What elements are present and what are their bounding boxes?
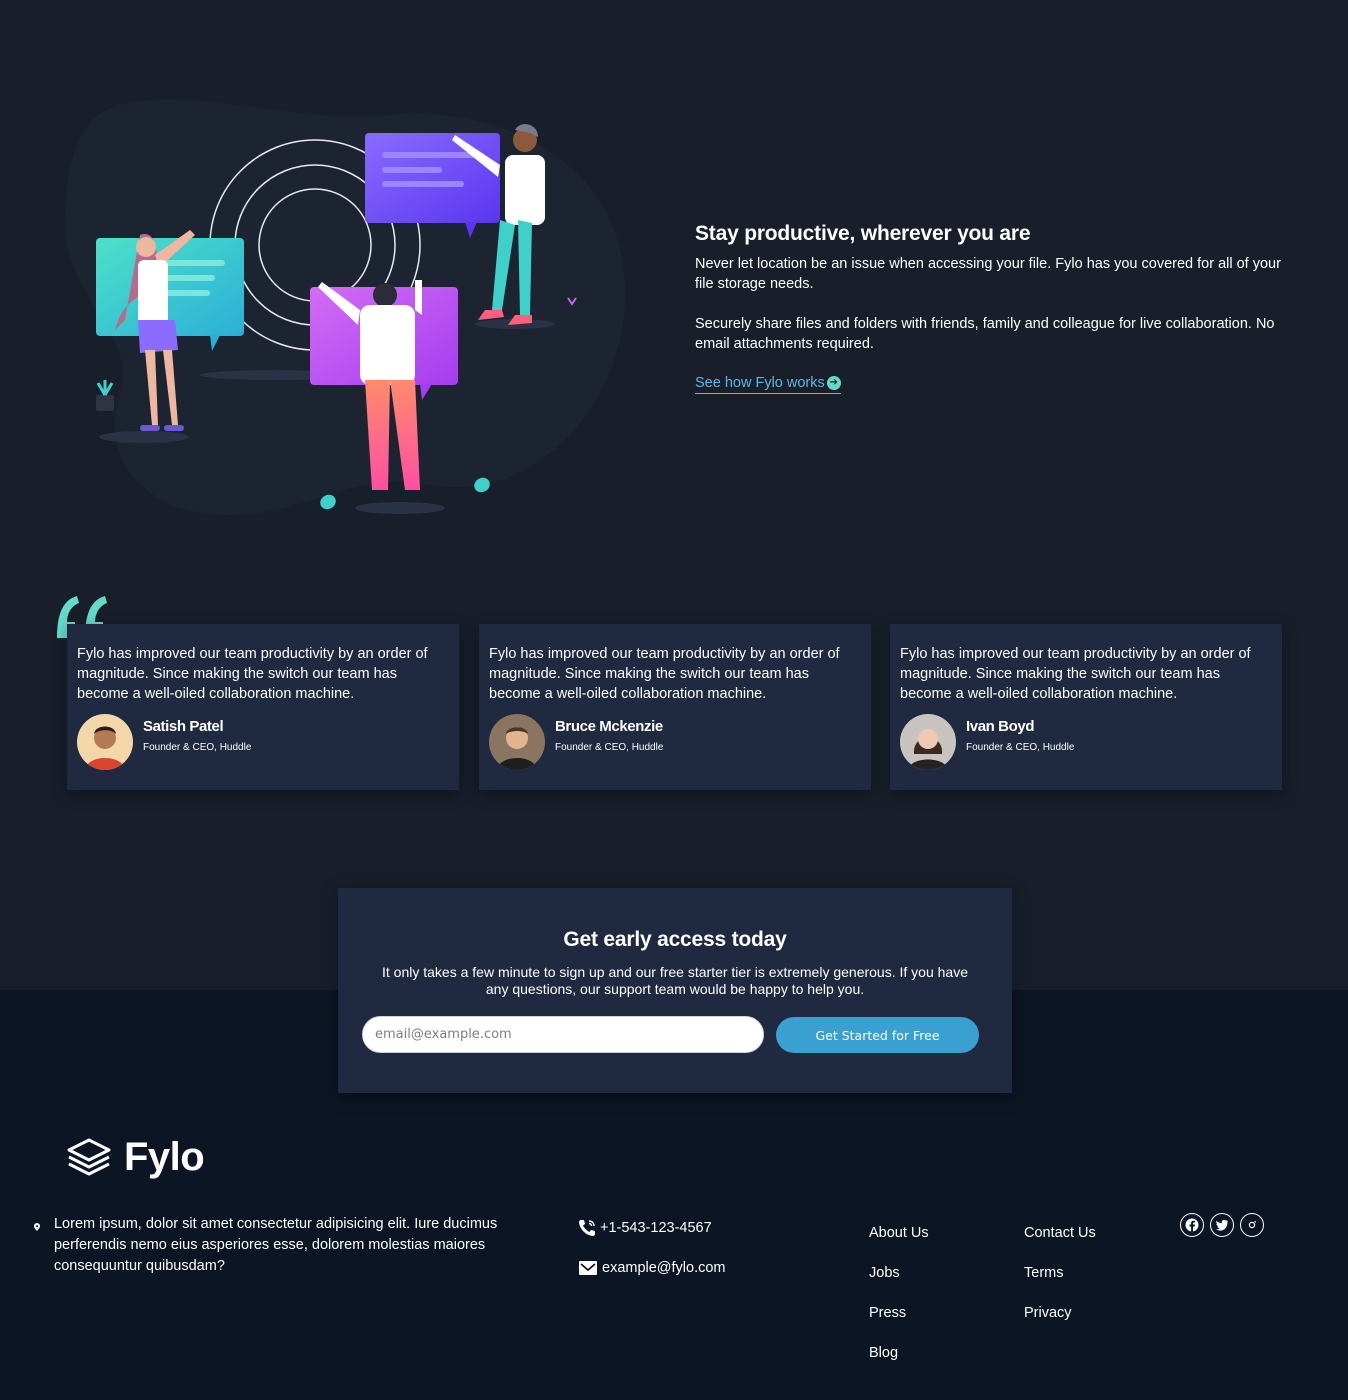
address-text: Lorem ipsum, dolor sit amet consectetur … [53,1216,498,1274]
location-pin-icon [34,1223,40,1231]
footer-link-contact[interactable]: Contact Us [1024,1225,1096,1241]
testimonial-card: Fylo has improved our team productivity … [890,624,1282,790]
avatar [489,714,545,770]
productive-section: Stay productive, wherever you are Never … [695,222,1285,394]
early-access-description: It only takes a few minute to sign up an… [382,964,968,997]
testimonial-role: Founder & CEO, Huddle [143,741,252,753]
testimonial-person: Ivan Boyd Founder & CEO, Huddle [900,714,1272,770]
email-input[interactable] [362,1016,764,1053]
footer-address: Lorem ipsum, dolor sit amet consectetur … [34,1214,504,1277]
footer-link-terms[interactable]: Terms [1024,1265,1063,1281]
footer-link-about[interactable]: About Us [869,1225,929,1241]
productive-title: Stay productive, wherever you are [695,222,1031,245]
phone-text: +1-543-123-4567 [600,1220,712,1236]
instagram-icon[interactable] [1240,1213,1264,1237]
testimonial-person: Bruce Mckenzie Founder & CEO, Huddle [489,714,861,770]
testimonial-quote: Fylo has improved our team productivity … [900,646,1251,702]
avatar [77,714,133,770]
testimonial-card: Fylo has improved our team productivity … [67,624,459,790]
testimonial-card: Fylo has improved our team productivity … [479,624,871,790]
get-started-button[interactable]: Get Started for Free [776,1017,979,1053]
footer-logo[interactable]: Fylo [66,1135,205,1179]
testimonial-role: Founder & CEO, Huddle [966,741,1075,753]
footer-link-press[interactable]: Press [869,1305,906,1321]
social-links [1180,1213,1264,1237]
productive-paragraph-1: Never let location be an issue when acce… [695,256,1281,292]
see-how-link-label: See how Fylo works [695,375,825,391]
testimonial-quote: Fylo has improved our team productivity … [77,646,428,702]
early-access-box: Get early access today It only takes a f… [338,888,1012,1093]
footer-link-jobs[interactable]: Jobs [869,1265,900,1281]
productive-illustration [64,99,626,515]
footer-link-privacy[interactable]: Privacy [1024,1305,1072,1321]
email-icon [579,1261,597,1275]
footer-email[interactable]: example@fylo.com [578,1259,726,1277]
arrow-circle-icon: ➔ [826,376,841,390]
see-how-link[interactable]: See how Fylo works ➔ [695,375,841,394]
testimonials-list: Fylo has improved our team productivity … [67,624,1282,790]
facebook-icon[interactable] [1180,1213,1204,1237]
avatar [900,714,956,770]
email-text: example@fylo.com [602,1260,726,1276]
testimonial-quote: Fylo has improved our team productivity … [489,646,840,702]
phone-icon [579,1220,595,1236]
testimonial-person: Satish Patel Founder & CEO, Huddle [77,714,449,770]
footer-phone[interactable]: +1-543-123-4567 [578,1219,712,1237]
testimonial-role: Founder & CEO, Huddle [555,741,664,753]
twitter-icon[interactable] [1210,1213,1234,1237]
fylo-logo-icon [67,1138,111,1176]
testimonial-name: Satish Patel [143,717,224,735]
early-access-title: Get early access today [563,928,787,951]
testimonial-name: Bruce Mckenzie [555,717,663,735]
footer-link-blog[interactable]: Blog [869,1345,898,1361]
testimonial-name: Ivan Boyd [966,717,1035,735]
logo-text: Fylo [124,1135,205,1179]
productive-paragraph-2: Securely share files and folders with fr… [695,316,1275,352]
